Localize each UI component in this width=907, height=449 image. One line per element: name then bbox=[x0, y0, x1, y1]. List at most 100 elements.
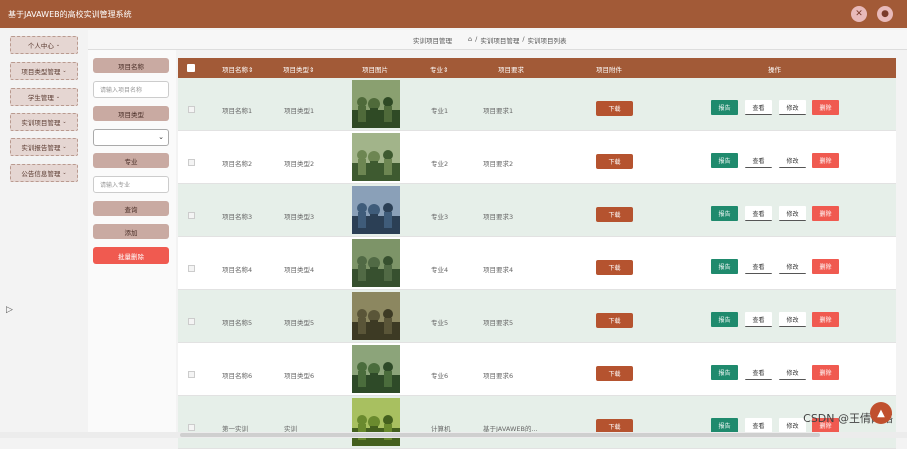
cell-requirement: 项目要求3 bbox=[483, 213, 514, 221]
edit-button[interactable]: 修改 bbox=[779, 312, 806, 327]
breadcrumb-separator: / bbox=[475, 35, 478, 43]
sort-icon: ⇕ bbox=[443, 66, 449, 74]
view-button[interactable]: 查看 bbox=[745, 365, 772, 380]
delete-button[interactable]: 删除 bbox=[812, 100, 839, 115]
project-image[interactable] bbox=[352, 133, 400, 181]
download-button[interactable]: 下载 bbox=[596, 366, 633, 381]
edit-button[interactable]: 修改 bbox=[779, 153, 806, 168]
delete-button[interactable]: 删除 bbox=[812, 206, 839, 221]
cell-requirement: 项目要求2 bbox=[483, 160, 514, 168]
project-image[interactable] bbox=[352, 398, 400, 446]
header-image: 项目图片 bbox=[362, 66, 388, 74]
select-all-checkbox[interactable] bbox=[187, 64, 195, 72]
table-row: 第一实训 实训 计算机 基于JAVAWEB的... 下载 报告 查看 修改 删除 bbox=[178, 396, 896, 449]
scrollbar-thumb[interactable] bbox=[180, 433, 820, 437]
row-checkbox[interactable] bbox=[188, 424, 195, 431]
cell-name: 项目名称6 bbox=[222, 372, 253, 380]
cell-major: 专业2 bbox=[431, 160, 449, 168]
delete-button[interactable]: 删除 bbox=[812, 153, 839, 168]
cell-name: 项目名称4 bbox=[222, 266, 253, 274]
delete-button[interactable]: 删除 bbox=[812, 365, 839, 380]
download-button[interactable]: 下载 bbox=[596, 260, 633, 275]
query-button[interactable]: 查询 bbox=[93, 201, 169, 216]
edit-button[interactable]: 修改 bbox=[779, 100, 806, 115]
table-row: 项目名称2 项目类型2 专业2 项目要求2 下载 报告 查看 修改 删除 bbox=[178, 131, 896, 184]
row-checkbox[interactable] bbox=[188, 318, 195, 325]
row-checkbox[interactable] bbox=[188, 159, 195, 166]
project-name-input[interactable]: 请输入项目名称 bbox=[93, 81, 169, 98]
batch-delete-button[interactable]: 批量删除 bbox=[93, 247, 169, 264]
cell-requirement: 项目要求6 bbox=[483, 372, 514, 380]
row-checkbox[interactable] bbox=[188, 265, 195, 272]
report-button[interactable]: 报告 bbox=[711, 206, 738, 221]
edit-button[interactable]: 修改 bbox=[779, 418, 806, 433]
breadcrumb: 实训项目管理 ⌂ / 实训项目管理 / 实训项目列表 bbox=[88, 30, 907, 50]
header-actions: 操作 bbox=[768, 66, 781, 74]
horizontal-scrollbar[interactable] bbox=[0, 432, 907, 438]
report-button[interactable]: 报告 bbox=[711, 365, 738, 380]
cell-major: 专业6 bbox=[431, 372, 449, 380]
report-button[interactable]: 报告 bbox=[711, 418, 738, 433]
sidebar-item-students[interactable]: 学生管理 ⌄ bbox=[10, 88, 78, 106]
edit-button[interactable]: 修改 bbox=[779, 206, 806, 221]
download-button[interactable]: 下载 bbox=[596, 101, 633, 116]
add-button[interactable]: 添加 bbox=[93, 224, 169, 239]
home-icon[interactable]: ⌂ bbox=[468, 35, 472, 45]
view-button[interactable]: 查看 bbox=[745, 206, 772, 221]
download-button[interactable]: 下载 bbox=[596, 154, 633, 169]
header-type[interactable]: 项目类型⇕ bbox=[283, 64, 314, 74]
project-image[interactable] bbox=[352, 345, 400, 393]
cell-requirement: 项目要求5 bbox=[483, 319, 514, 327]
page-title: 实训项目管理 bbox=[413, 37, 452, 45]
view-button[interactable]: 查看 bbox=[745, 312, 772, 327]
sidebar-item-label: 项目类型管理 bbox=[21, 68, 61, 76]
project-type-select[interactable]: ⌄ bbox=[93, 129, 169, 146]
project-image[interactable] bbox=[352, 80, 400, 128]
cell-major: 专业4 bbox=[431, 266, 449, 274]
report-button[interactable]: 报告 bbox=[711, 100, 738, 115]
table-row: 项目名称4 项目类型4 专业4 项目要求4 下载 报告 查看 修改 删除 bbox=[178, 237, 896, 290]
sidebar-item-personal-center[interactable]: 个人中心 ⌄ bbox=[10, 36, 78, 54]
cell-major: 专业1 bbox=[431, 107, 449, 115]
breadcrumb-path: ⌂ / 实训项目管理 / 实训项目列表 bbox=[468, 35, 567, 45]
row-checkbox[interactable] bbox=[188, 371, 195, 378]
delete-button[interactable]: 删除 bbox=[812, 312, 839, 327]
delete-button[interactable]: 删除 bbox=[812, 259, 839, 274]
breadcrumb-item[interactable]: 实训项目管理 bbox=[480, 35, 519, 45]
header-major[interactable]: 专业⇕ bbox=[430, 64, 448, 74]
report-button[interactable]: 报告 bbox=[711, 153, 738, 168]
row-checkbox[interactable] bbox=[188, 106, 195, 113]
edit-button[interactable]: 修改 bbox=[779, 259, 806, 274]
edit-button[interactable]: 修改 bbox=[779, 365, 806, 380]
view-button[interactable]: 查看 bbox=[745, 100, 772, 115]
project-image[interactable] bbox=[352, 186, 400, 234]
view-button[interactable]: 查看 bbox=[745, 153, 772, 168]
user-icon[interactable]: ● bbox=[877, 6, 893, 22]
sidebar-item-project-type[interactable]: 项目类型管理 ⌄ bbox=[10, 62, 78, 80]
table-header: 项目名称⇕ 项目类型⇕ 项目图片 专业⇕ 项目要求 项目附件 操作 bbox=[178, 58, 896, 78]
report-button[interactable]: 报告 bbox=[711, 259, 738, 274]
sidebar-item-announcements[interactable]: 公告信息管理 ⌄ bbox=[10, 164, 78, 182]
cell-type: 项目类型3 bbox=[284, 213, 315, 221]
table-row: 项目名称5 项目类型5 专业5 项目要求5 下载 报告 查看 修改 删除 bbox=[178, 290, 896, 343]
back-to-top-button[interactable]: ▲ bbox=[870, 402, 892, 424]
fullscreen-icon[interactable]: ✕ bbox=[851, 6, 867, 22]
sidebar-item-label: 公告信息管理 bbox=[21, 170, 61, 178]
download-button[interactable]: 下载 bbox=[596, 313, 633, 328]
sort-icon: ⇕ bbox=[309, 66, 315, 74]
report-button[interactable]: 报告 bbox=[711, 312, 738, 327]
download-button[interactable]: 下载 bbox=[596, 207, 633, 222]
cell-type: 项目类型5 bbox=[284, 319, 315, 327]
header-attachment: 项目附件 bbox=[596, 66, 622, 74]
cell-name: 项目名称2 bbox=[222, 160, 253, 168]
major-input[interactable]: 请输入专业 bbox=[93, 176, 169, 193]
breadcrumb-separator: / bbox=[522, 35, 525, 43]
row-checkbox[interactable] bbox=[188, 212, 195, 219]
project-image[interactable] bbox=[352, 292, 400, 340]
sidebar-item-training-reports[interactable]: 实训报告管理 ⌄ bbox=[10, 138, 78, 156]
header-name[interactable]: 项目名称⇕ bbox=[222, 64, 253, 74]
project-image[interactable] bbox=[352, 239, 400, 287]
view-button[interactable]: 查看 bbox=[745, 259, 772, 274]
view-button[interactable]: 查看 bbox=[745, 418, 772, 433]
sidebar-item-training-projects[interactable]: 实训项目管理 ⌄ bbox=[10, 113, 78, 131]
